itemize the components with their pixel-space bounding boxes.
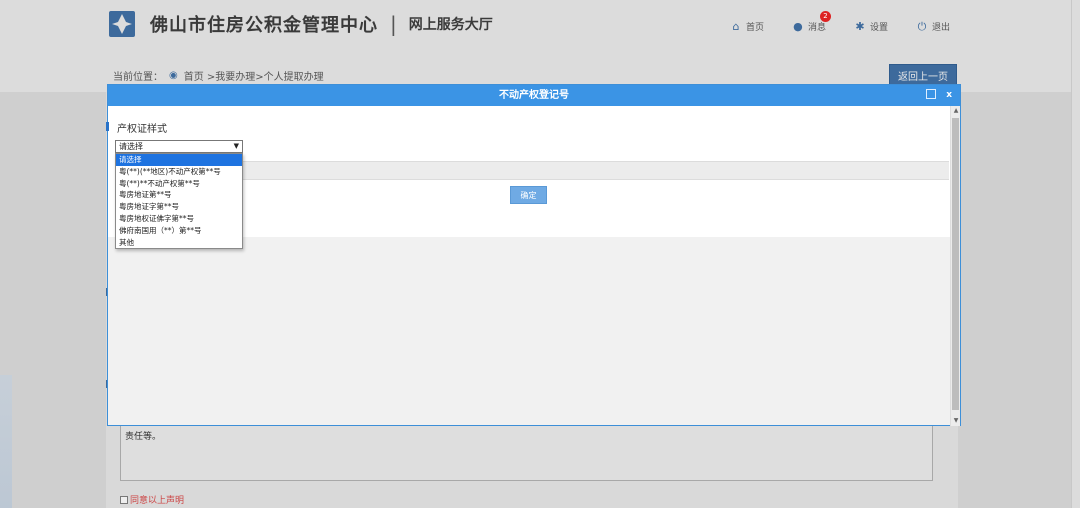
form-area: 产权证样式 请选择 ▼ 确定 请选择 粤(**)(**地区)不动产权第**号 粤…	[106, 106, 951, 249]
certificate-style-select[interactable]: 请选择 ▼	[115, 140, 243, 153]
nav-logout[interactable]: ⏻ 退出	[916, 20, 950, 33]
statement-textarea[interactable]: 责任等。	[120, 424, 933, 481]
back-button[interactable]: 返回上一页	[889, 64, 957, 86]
page-scrollbar[interactable]	[1071, 0, 1080, 508]
nav-settings[interactable]: ✱ 设置	[854, 20, 888, 33]
agree-checkbox[interactable]	[120, 495, 128, 504]
nav-messages[interactable]: ● 消息 2	[792, 11, 831, 33]
left-decoration	[0, 375, 12, 508]
title-separator: |	[390, 12, 397, 36]
scroll-up-icon[interactable]: ▲	[951, 106, 961, 116]
nav-settings-label: 设置	[869, 23, 888, 33]
dropdown-option[interactable]: 粤房地权证佛字第**号	[116, 213, 242, 225]
modal-title-bar: 不动产权登记号 x	[108, 85, 960, 106]
logo-icon	[109, 11, 135, 37]
nav-home[interactable]: ⌂ 首页	[730, 20, 764, 33]
select-value: 请选择	[119, 142, 143, 151]
dropdown-option[interactable]: 粤(**)**不动产权第**号	[116, 178, 242, 190]
select-dropdown-list: 请选择 粤(**)(**地区)不动产权第**号 粤(**)**不动产权第**号 …	[115, 153, 243, 249]
agree-checkbox-label: 同意以上声明	[130, 496, 185, 506]
scroll-thumb[interactable]	[952, 118, 959, 410]
scroll-down-icon[interactable]: ▼	[951, 416, 961, 426]
dropdown-option[interactable]: 其他	[116, 237, 242, 249]
dropdown-option[interactable]: 粤房地证第**号	[116, 189, 242, 201]
site-title: 佛山市住房公积金管理中心	[150, 15, 378, 36]
breadcrumb: 当前位置： ◉ 首页 >我要办理>个人提取办理	[113, 68, 324, 83]
chevron-down-icon: ▼	[233, 142, 239, 150]
power-icon: ⏻	[917, 19, 927, 33]
confirm-button[interactable]: 确定	[510, 186, 547, 204]
section-title: 产权证样式	[117, 124, 167, 135]
modal-scrollbar[interactable]: ▲ ▼	[950, 106, 960, 426]
dropdown-option[interactable]: 粤房地证字第**号	[116, 201, 242, 213]
breadcrumb-prefix: 当前位置：	[113, 72, 163, 83]
site-subtitle: 网上服务大厅	[408, 17, 493, 33]
dropdown-option[interactable]: 请选择	[116, 154, 242, 166]
message-badge: 2	[819, 11, 831, 22]
gear-icon: ✱	[855, 19, 865, 33]
modal-title: 不动产权登记号	[499, 90, 569, 101]
dropdown-option[interactable]: 粤(**)(**地区)不动产权第**号	[116, 166, 242, 178]
nav-logout-label: 退出	[931, 23, 950, 33]
modal-dialog: 不动产权登记号 x 产权证样式 请选择 ▼ 确定 请选择 粤(**)(**地区)…	[106, 84, 961, 426]
page-header: 佛山市住房公积金管理中心 | 网上服务大厅 ⌂ 首页 ● 消息 2 ✱ 设置 ⏻…	[0, 0, 1080, 92]
breadcrumb-path[interactable]: 首页 >我要办理>个人提取办理	[184, 68, 324, 83]
message-icon: ●	[793, 19, 803, 33]
top-nav: ⌂ 首页 ● 消息 2 ✱ 设置 ⏻ 退出	[730, 11, 950, 33]
dropdown-option[interactable]: 佛府南国用（**）第**号	[116, 225, 242, 237]
agree-checkbox-row[interactable]: 同意以上声明	[120, 493, 184, 506]
maximize-icon[interactable]	[926, 89, 936, 99]
nav-home-label: 首页	[745, 23, 764, 33]
home-icon: ⌂	[732, 19, 740, 33]
breadcrumb-home-icon: ◉	[169, 70, 178, 81]
section-marker	[106, 122, 109, 131]
nav-messages-label: 消息	[807, 23, 826, 33]
close-icon[interactable]: x	[946, 85, 952, 106]
logo-area: 佛山市住房公积金管理中心 | 网上服务大厅	[108, 10, 493, 38]
modal-body: 产权证样式 请选择 ▼ 确定 请选择 粤(**)(**地区)不动产权第**号 粤…	[106, 106, 951, 426]
